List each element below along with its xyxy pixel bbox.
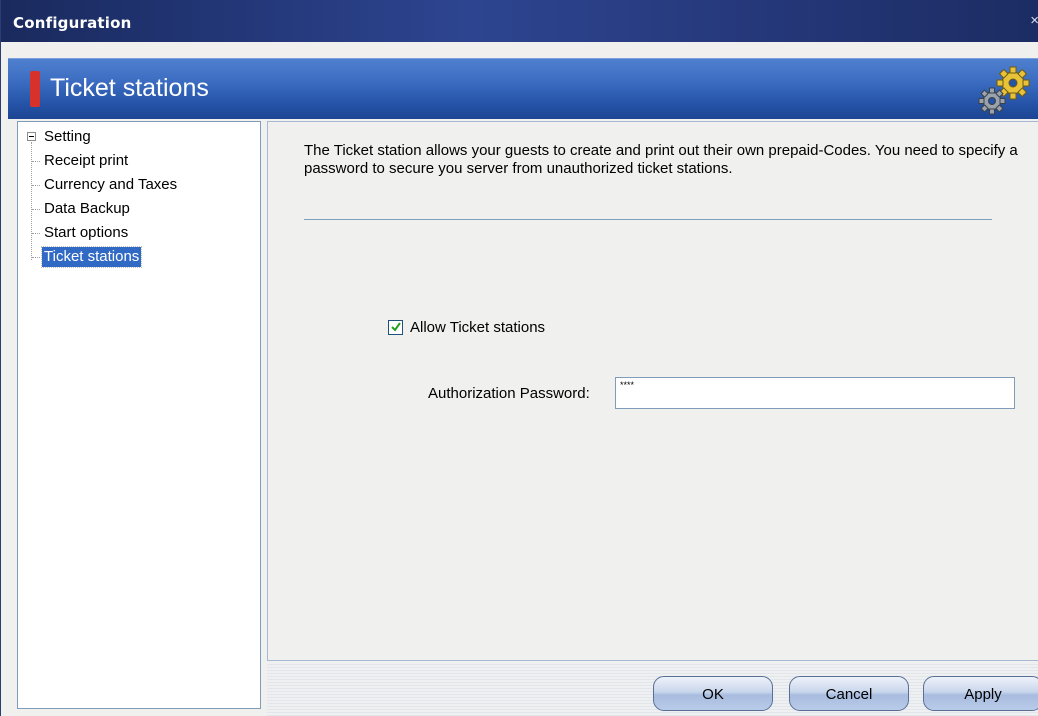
password-label: Authorization Password: <box>428 385 590 402</box>
tree-item-label: Data Backup <box>44 200 130 217</box>
title-bar[interactable]: Configuration × <box>1 0 1038 42</box>
settings-tree[interactable]: Setting Receipt print Currency and Taxes… <box>17 121 261 709</box>
tree-root-setting[interactable]: Setting <box>44 128 91 145</box>
password-field[interactable]: **** <box>615 377 1015 409</box>
button-bar: OK Cancel Apply <box>267 662 1038 716</box>
configuration-window: Configuration × Ticket stations Setting … <box>0 0 1038 716</box>
apply-button[interactable]: Apply <box>923 676 1038 711</box>
page-title: Ticket stations <box>50 74 209 102</box>
checkmark-icon <box>391 322 401 332</box>
tree-line <box>31 142 32 260</box>
header-marker <box>30 71 40 107</box>
page-header: Ticket stations <box>8 58 1038 119</box>
settings-panel: The Ticket station allows your guests to… <box>267 121 1038 661</box>
ok-button[interactable]: OK <box>653 676 773 711</box>
collapse-icon[interactable] <box>27 132 36 141</box>
tree-item-label: Ticket stations <box>40 246 143 268</box>
window-title: Configuration <box>13 14 132 32</box>
description-text: The Ticket station allows your guests to… <box>304 142 1018 177</box>
separator <box>304 219 992 220</box>
checkbox-box[interactable] <box>388 320 403 335</box>
tree-item-label: Start options <box>44 224 129 241</box>
allow-ticket-stations-label[interactable]: Allow Ticket stations <box>410 319 545 336</box>
gears-icon <box>978 66 1030 115</box>
cancel-button[interactable]: Cancel <box>789 676 909 711</box>
close-icon[interactable]: × <box>1025 12 1038 30</box>
tree-item-label: Currency and Taxes <box>44 176 178 193</box>
tree-item-label: Receipt print <box>44 152 129 169</box>
